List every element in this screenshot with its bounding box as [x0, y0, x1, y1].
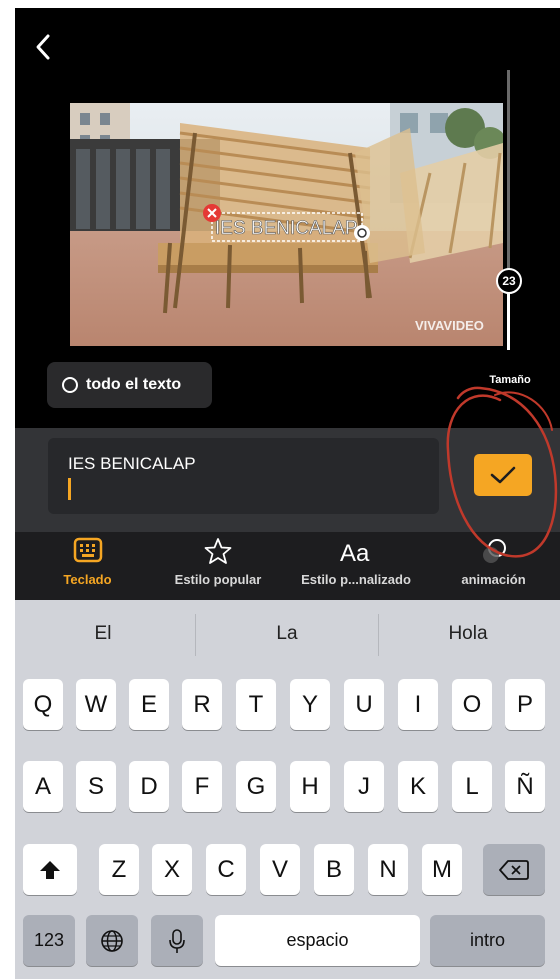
key-n[interactable]: N — [368, 844, 408, 895]
key-u[interactable]: U — [344, 679, 384, 730]
suggestion-2[interactable]: La — [197, 623, 377, 645]
key-s[interactable]: S — [76, 761, 116, 812]
checkmark-icon — [490, 466, 516, 484]
caption-text-value: IES BENICALAP — [68, 454, 196, 473]
preview-image: IES BENICALAP VIVAVIDEO — [70, 103, 503, 346]
key-x[interactable]: X — [152, 844, 192, 895]
key-t[interactable]: T — [236, 679, 276, 730]
all-text-toggle[interactable]: todo el texto — [47, 362, 212, 408]
video-preview[interactable]: IES BENICALAP VIVAVIDEO — [70, 103, 503, 346]
animation-icon — [482, 539, 506, 563]
key-k[interactable]: K — [398, 761, 438, 812]
key-m[interactable]: M — [422, 844, 462, 895]
space-key[interactable]: espacio — [215, 915, 420, 966]
key-g[interactable]: G — [236, 761, 276, 812]
key-y[interactable]: Y — [290, 679, 330, 730]
size-slider-fill — [507, 285, 510, 350]
keyboard-icon — [73, 537, 102, 563]
suggestion-divider — [195, 614, 196, 656]
tab-popular-style-label: Estilo popular — [174, 572, 262, 587]
globe-key[interactable] — [86, 915, 138, 966]
caption-overlay[interactable]: IES BENICALAP — [215, 218, 358, 240]
confirm-button[interactable] — [474, 454, 532, 496]
globe-icon — [101, 929, 123, 952]
key-j[interactable]: J — [344, 761, 384, 812]
size-label: Tamaño — [489, 374, 531, 386]
numbers-key[interactable]: 123 — [23, 915, 75, 966]
tab-animation-label: animación — [461, 572, 526, 587]
star-icon — [204, 538, 232, 564]
tab-keyboard[interactable]: Teclado — [40, 536, 135, 598]
suggestion-3[interactable]: Hola — [378, 623, 558, 645]
tab-animation[interactable]: animación — [446, 536, 541, 598]
microphone-icon — [169, 928, 185, 953]
key-b[interactable]: B — [314, 844, 354, 895]
key-q[interactable]: Q — [23, 679, 63, 730]
shift-arrow-icon — [40, 860, 60, 879]
key-f[interactable]: F — [182, 761, 222, 812]
key-l[interactable]: L — [452, 761, 492, 812]
return-key[interactable]: intro — [430, 915, 545, 966]
tab-custom-style[interactable]: Aa Estilo p...nalizado — [286, 536, 426, 598]
shift-key[interactable] — [23, 844, 77, 895]
key-v[interactable]: V — [260, 844, 300, 895]
key-w[interactable]: W — [76, 679, 116, 730]
key-i[interactable]: I — [398, 679, 438, 730]
key-n-tilde[interactable]: Ñ — [505, 761, 545, 812]
tab-keyboard-label: Teclado — [63, 572, 112, 587]
key-z[interactable]: Z — [99, 844, 139, 895]
key-c[interactable]: C — [206, 844, 246, 895]
all-text-label: todo el texto — [86, 376, 182, 393]
suggestion-1[interactable]: El — [13, 623, 193, 645]
key-h[interactable]: H — [290, 761, 330, 812]
key-r[interactable]: R — [182, 679, 222, 730]
back-button[interactable] — [30, 30, 60, 64]
key-d[interactable]: D — [129, 761, 169, 812]
tab-popular-style[interactable]: Estilo popular — [163, 536, 273, 598]
text-style-icon: Aa — [340, 540, 370, 566]
svg-text:Aa: Aa — [340, 540, 370, 566]
text-caret — [68, 478, 71, 500]
backspace-icon — [499, 859, 529, 880]
microphone-key[interactable] — [151, 915, 203, 966]
size-slider-knob[interactable]: 23 — [496, 268, 522, 294]
chevron-left-icon — [36, 34, 50, 60]
key-o[interactable]: O — [452, 679, 492, 730]
tab-custom-style-label: Estilo p...nalizado — [301, 572, 411, 587]
key-e[interactable]: E — [129, 679, 169, 730]
watermark: VIVAVIDEO — [415, 318, 484, 333]
backspace-key[interactable] — [483, 844, 545, 895]
radio-circle-icon — [62, 377, 78, 393]
key-p[interactable]: P — [505, 679, 545, 730]
caption-text-field[interactable] — [48, 438, 439, 514]
key-a[interactable]: A — [23, 761, 63, 812]
